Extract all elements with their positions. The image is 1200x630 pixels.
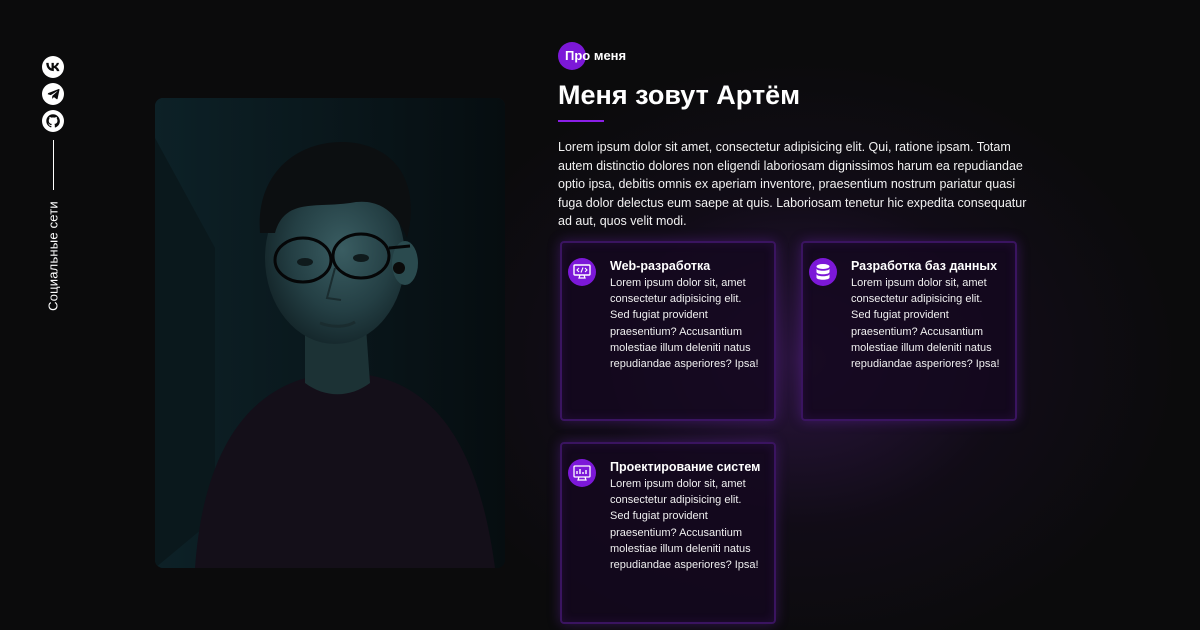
code-monitor-icon — [568, 258, 596, 286]
social-label-wrap: Социальные сети — [41, 196, 65, 316]
service-card-body: Проектирование систем Lorem ipsum dolor … — [610, 458, 764, 573]
service-card-database: Разработка баз данных Lorem ipsum dolor … — [801, 241, 1017, 421]
title-underline — [558, 120, 604, 122]
telegram-icon[interactable] — [42, 83, 64, 105]
about-section: Про меня Меня зовут Артём Lorem ipsum do… — [558, 42, 1038, 243]
social-sidebar: Социальные сети — [40, 56, 66, 311]
portrait-photo — [155, 98, 505, 568]
service-card-web: Web-разработка Lorem ipsum dolor sit, am… — [560, 241, 776, 421]
about-description: Lorem ipsum dolor sit amet, consectetur … — [558, 140, 1027, 228]
section-badge-wrap: Про меня — [558, 42, 1038, 70]
database-icon — [809, 258, 837, 286]
page-title: Меня зовут Артём — [558, 80, 801, 110]
service-text: Lorem ipsum dolor sit, amet consectetur … — [610, 478, 759, 572]
service-card-body: Разработка баз данных Lorem ipsum dolor … — [851, 257, 1005, 372]
social-label: Социальные сети — [45, 201, 61, 311]
service-text: Lorem ipsum dolor sit, amet consectetur … — [851, 277, 1000, 371]
service-title: Разработка баз данных — [851, 259, 998, 273]
section-badge: Про меня — [558, 42, 626, 70]
github-icon[interactable] — [42, 110, 64, 132]
service-title: Проектирование систем — [610, 460, 761, 474]
service-title: Web-разработка — [610, 259, 711, 273]
social-divider-line — [52, 140, 54, 190]
service-card-body: Web-разработка Lorem ipsum dolor sit, am… — [610, 257, 764, 372]
service-text: Lorem ipsum dolor sit, amet consectetur … — [610, 277, 759, 371]
system-design-icon — [568, 459, 596, 487]
vk-icon[interactable] — [42, 56, 64, 78]
service-card-systems: Проектирование систем Lorem ipsum dolor … — [560, 442, 776, 624]
